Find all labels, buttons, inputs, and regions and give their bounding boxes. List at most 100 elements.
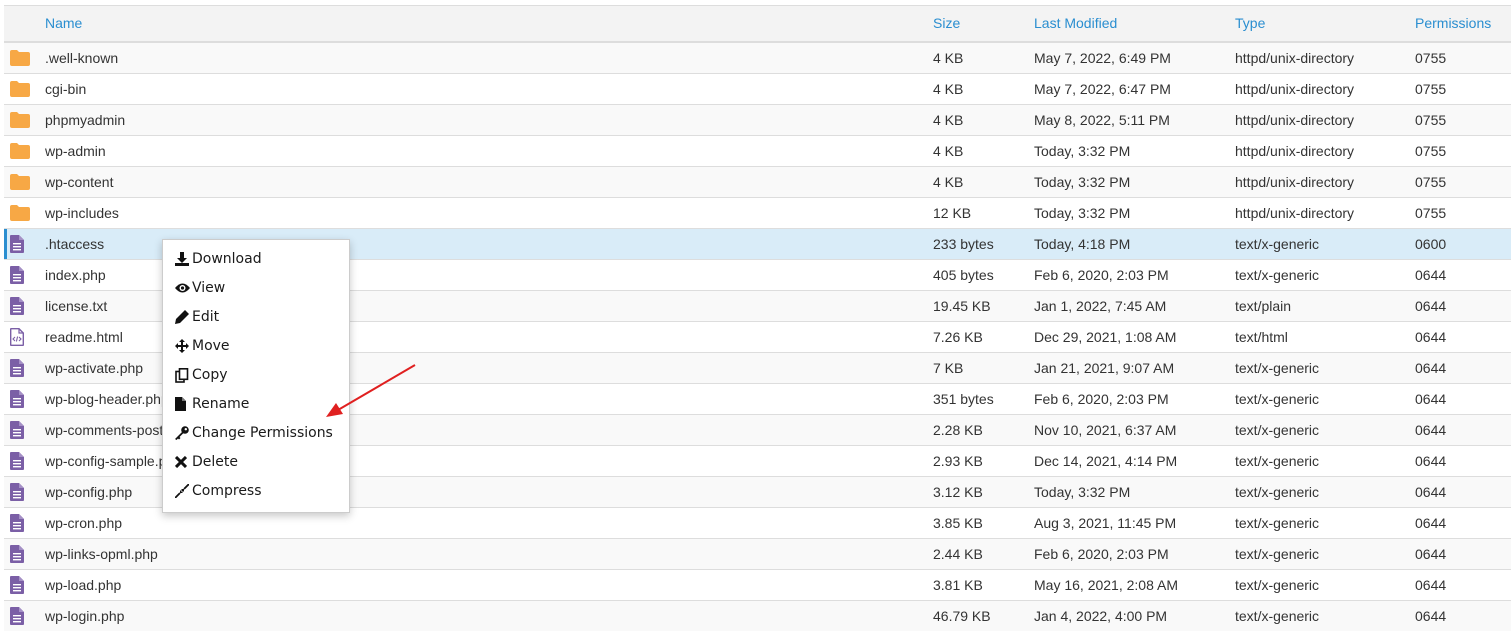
- row-icon-cell: [10, 508, 32, 538]
- file-name[interactable]: wp-content: [45, 167, 925, 197]
- column-header-last-modified[interactable]: Last Modified: [1034, 6, 1229, 41]
- file-name[interactable]: cgi-bin: [45, 74, 925, 104]
- file-last-modified: Jan 4, 2022, 4:00 PM: [1034, 608, 1168, 624]
- menu-item-rename[interactable]: Rename: [175, 393, 249, 415]
- table-row[interactable]: cgi-bin 4 KB May 7, 2022, 6:47 PM httpd/uni…: [4, 73, 1511, 104]
- file-type: text/x-generic: [1235, 546, 1320, 562]
- table-row[interactable]: .well-known 4 KB May 7, 2022, 6:49 PM httpd…: [4, 42, 1511, 73]
- menu-item-delete[interactable]: Delete: [175, 451, 238, 473]
- menu-item-label: Copy: [192, 367, 228, 383]
- file-permissions: 0644: [1415, 360, 1447, 376]
- menu-item-download[interactable]: Download: [175, 248, 262, 270]
- menu-item-label: View: [192, 280, 226, 296]
- file-type: text/x-generic: [1235, 608, 1320, 624]
- file-text-icon: [10, 266, 24, 284]
- table-row[interactable]: phpmyadmin 4 KB May 8, 2022, 5:11 PM httpd/…: [4, 104, 1511, 135]
- row-icon-cell: [10, 322, 32, 352]
- file-size: 405 bytes: [933, 267, 994, 283]
- folder-icon: [10, 81, 30, 97]
- file-size: 351 bytes: [933, 391, 994, 407]
- file-permissions: 0644: [1415, 422, 1447, 438]
- table-row[interactable]: wp-content 4 KB Today, 3:32 PM httpd/unix-d…: [4, 166, 1511, 197]
- file-last-modified: Jan 21, 2021, 9:07 AM: [1034, 360, 1175, 376]
- file-permissions: 0644: [1415, 577, 1447, 593]
- column-header-type[interactable]: Type: [1235, 6, 1410, 41]
- file-last-modified: Feb 6, 2020, 2:03 PM: [1034, 391, 1169, 407]
- file-last-modified: May 8, 2022, 5:11 PM: [1034, 112, 1170, 128]
- file-type: text/plain: [1235, 298, 1292, 314]
- row-icon-cell: [10, 384, 32, 414]
- file-code-icon: [10, 328, 24, 346]
- file-last-modified: May 7, 2022, 6:49 PM: [1034, 50, 1171, 66]
- row-icon-cell: [10, 74, 32, 104]
- row-icon-cell: [10, 353, 32, 383]
- column-header-name[interactable]: Name: [45, 6, 925, 41]
- file-size: 4 KB: [933, 143, 964, 159]
- file-last-modified: Today, 3:32 PM: [1034, 143, 1131, 159]
- file-permissions: 0644: [1415, 267, 1447, 283]
- file-type: httpd/unix-directory: [1235, 81, 1355, 97]
- file-type: httpd/unix-directory: [1235, 205, 1355, 221]
- move-icon: [175, 339, 190, 353]
- row-icon-cell: [10, 291, 32, 321]
- file-permissions: 0755: [1415, 174, 1447, 190]
- table-row[interactable]: wp-includes 12 KB Today, 3:32 PM httpd/unix…: [4, 197, 1511, 228]
- row-icon-cell: [10, 415, 32, 445]
- file-type: text/html: [1235, 329, 1288, 345]
- row-icon-cell: [10, 446, 32, 476]
- column-header-size[interactable]: Size: [933, 6, 1028, 41]
- file-permissions: 0644: [1415, 329, 1447, 345]
- file-name[interactable]: wp-links-opml.php: [45, 539, 925, 569]
- table-row[interactable]: wp-login.php 46.79 KB Jan 4, 2022, 4:00 PM…: [4, 600, 1511, 631]
- file-size: 3.81 KB: [933, 577, 983, 593]
- file-type: httpd/unix-directory: [1235, 143, 1355, 159]
- table-row[interactable]: wp-links-opml.php 2.44 KB Feb 6, 2020, 2:0…: [4, 538, 1511, 569]
- row-icon-cell: [10, 43, 32, 73]
- file-name[interactable]: wp-includes: [45, 198, 925, 228]
- file-name[interactable]: wp-login.php: [45, 601, 925, 631]
- menu-item-compress[interactable]: Compress: [175, 480, 262, 502]
- file-size: 7 KB: [933, 360, 964, 376]
- file-size: 3.12 KB: [933, 484, 983, 500]
- menu-item-edit[interactable]: Edit: [175, 306, 219, 328]
- table-row[interactable]: wp-admin 4 KB Today, 3:32 PM httpd/unix-dir…: [4, 135, 1511, 166]
- file-type: text/x-generic: [1235, 484, 1320, 500]
- menu-item-label: Download: [192, 251, 262, 267]
- file-type: text/x-generic: [1235, 422, 1320, 438]
- file-last-modified: Dec 14, 2021, 4:14 PM: [1034, 453, 1178, 469]
- file-text-icon: [10, 576, 24, 594]
- file-permissions: 0755: [1415, 112, 1447, 128]
- file-icon: [175, 397, 190, 411]
- file-text-icon: [10, 483, 24, 501]
- file-name[interactable]: phpmyadmin: [45, 105, 925, 135]
- row-icon-cell: [10, 198, 32, 228]
- file-text-icon: [10, 514, 24, 532]
- file-name[interactable]: .well-known: [45, 43, 925, 73]
- menu-item-label: Edit: [192, 309, 220, 325]
- row-icon-cell: [10, 477, 32, 507]
- file-permissions: 0644: [1415, 391, 1447, 407]
- table-row[interactable]: wp-load.php 3.81 KB May 16, 2021, 2:08 AM t…: [4, 569, 1511, 600]
- menu-item-copy[interactable]: Copy: [175, 364, 228, 386]
- pencil-icon: [175, 310, 190, 324]
- menu-item-move[interactable]: Move: [175, 335, 230, 357]
- file-size: 46.79 KB: [933, 608, 991, 624]
- column-header-permissions[interactable]: Permissions: [1415, 6, 1505, 41]
- file-name[interactable]: wp-load.php: [45, 570, 925, 600]
- file-last-modified: Dec 29, 2021, 1:08 AM: [1034, 329, 1177, 345]
- row-icon-cell: [10, 105, 32, 135]
- menu-item-label: Move: [192, 338, 230, 354]
- file-type: text/x-generic: [1235, 267, 1320, 283]
- menu-item-change-permissions[interactable]: Change Permissions: [175, 422, 333, 444]
- file-permissions: 0644: [1415, 453, 1447, 469]
- file-text-icon: [10, 390, 24, 408]
- file-permissions: 0755: [1415, 143, 1447, 159]
- menu-item-view[interactable]: View: [175, 277, 225, 299]
- file-last-modified: Feb 6, 2020, 2:03 PM: [1034, 546, 1169, 562]
- file-permissions: 0644: [1415, 484, 1447, 500]
- file-last-modified: Feb 6, 2020, 2:03 PM: [1034, 267, 1169, 283]
- menu-item-label: Change Permissions: [192, 425, 333, 441]
- key-icon: [175, 426, 190, 440]
- file-name[interactable]: wp-admin: [45, 136, 925, 166]
- file-size: 12 KB: [933, 205, 972, 221]
